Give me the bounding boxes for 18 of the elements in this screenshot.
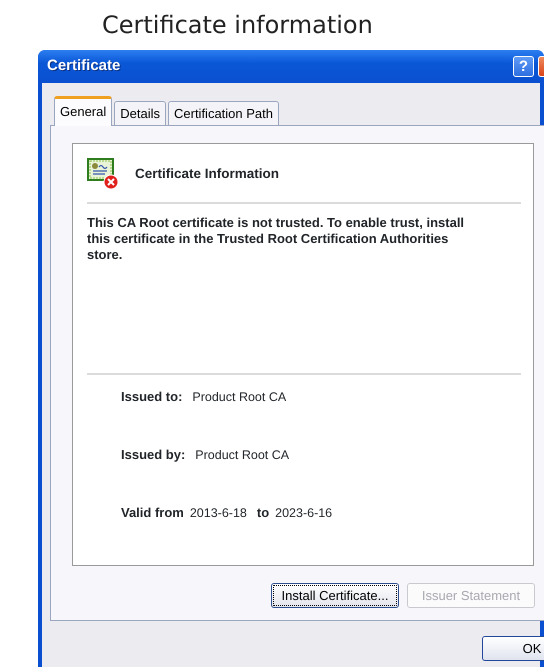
ok-button[interactable]: OK	[482, 636, 544, 661]
trust-message: This CA Root certificate is not trusted. To enable trust, install this certificate in the Trusted Root Certification Authorities store.	[87, 215, 466, 263]
tab[interactable]: General	[54, 96, 112, 126]
info-title: Certificate Information	[135, 164, 280, 183]
field-label: Valid from	[121, 504, 184, 522]
window-title: Certificate	[46, 56, 120, 76]
field-value: 2013-6-18	[190, 504, 247, 522]
field-label: Issued by:	[121, 446, 186, 464]
tab[interactable]: Details	[114, 101, 166, 125]
certificate-error-icon	[87, 158, 119, 190]
tab[interactable]: Certification Path	[168, 101, 279, 125]
field-value: Product Root CA	[195, 446, 290, 464]
page-heading: Certificate information	[101, 10, 374, 41]
field-label: to	[256, 504, 270, 522]
field-label: Issued to:	[121, 388, 182, 406]
field-value: 2023-6-16	[275, 504, 332, 522]
field-value: Product Root CA	[192, 389, 286, 406]
dialog-button[interactable]: Install Certificate...	[271, 583, 399, 608]
